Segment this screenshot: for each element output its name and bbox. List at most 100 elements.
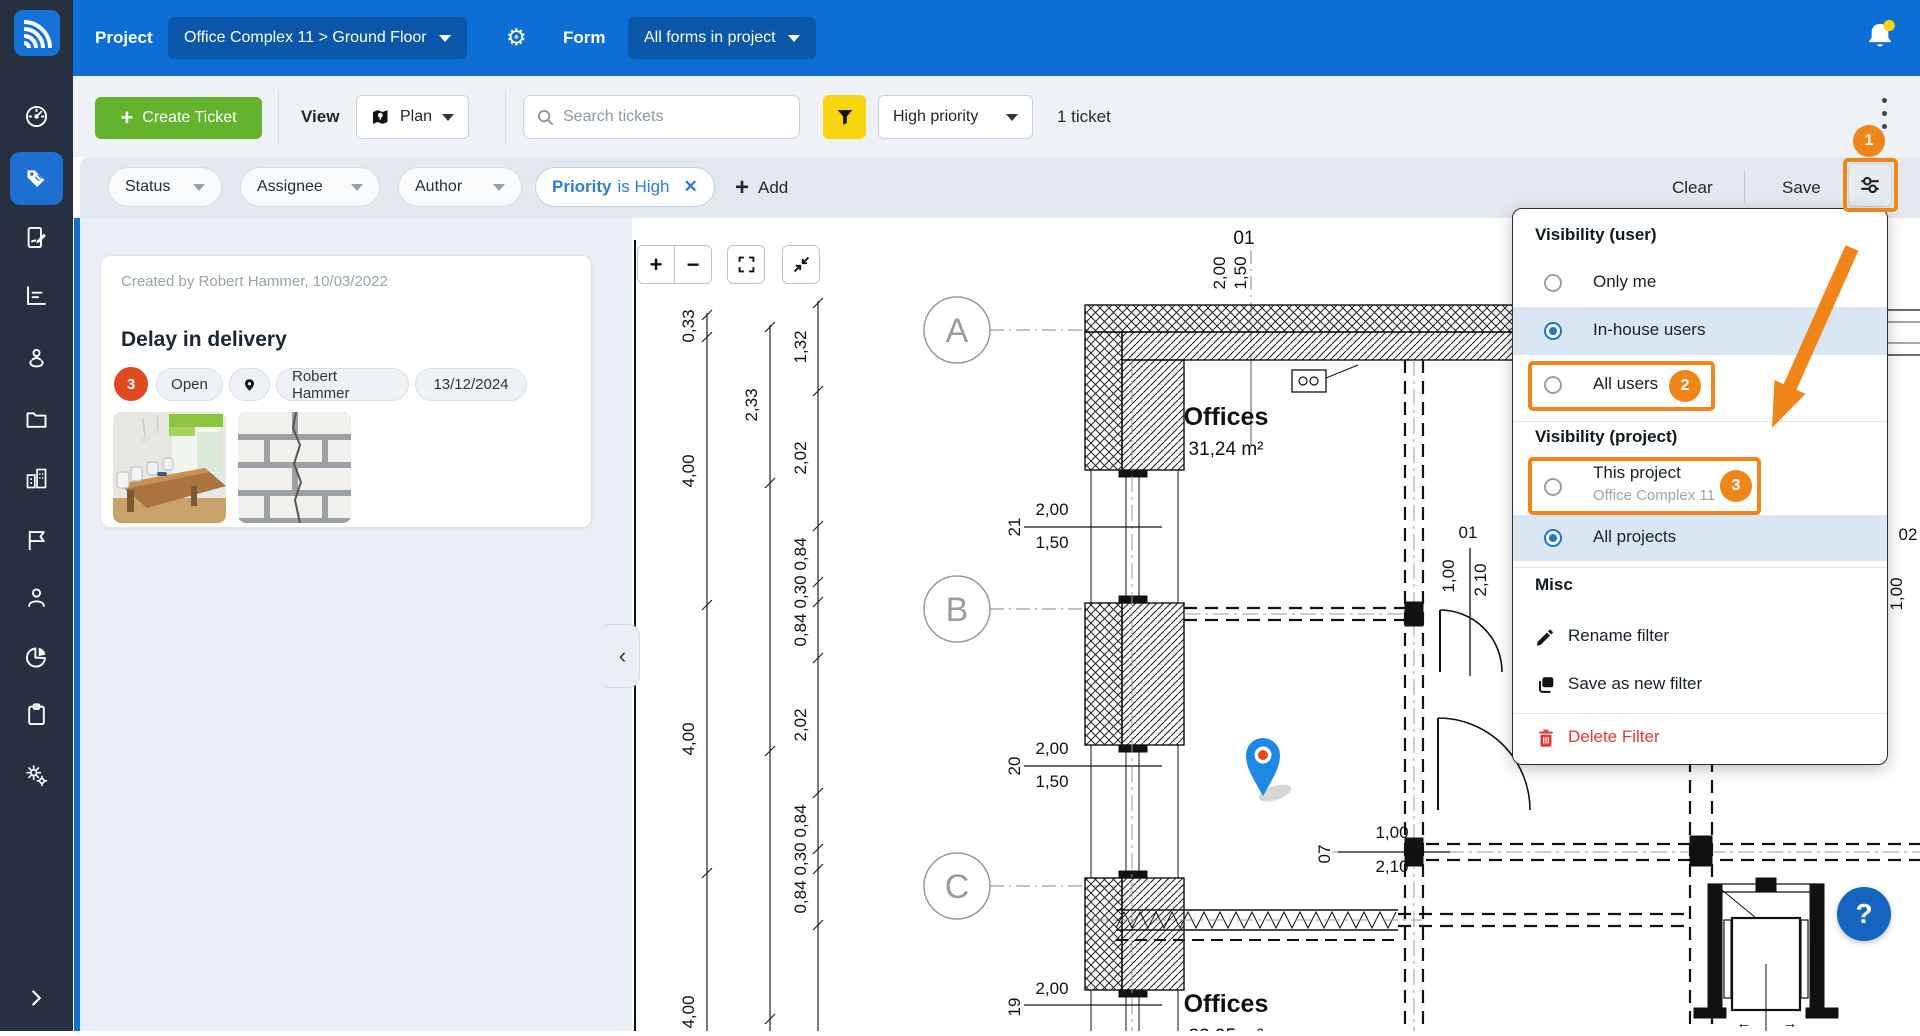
form-selector-value: All forms in project — [644, 29, 776, 47]
pencil-icon — [1535, 626, 1557, 648]
dim-label: 4,00 — [679, 995, 698, 1028]
plan-zoom-in-button[interactable]: + — [637, 245, 675, 284]
dim-label: 2,00 — [1210, 256, 1229, 289]
view-mode-dropdown[interactable]: Plan — [356, 95, 469, 139]
ticket-created-text: Created by Robert Hammer, 10/03/2022 — [121, 273, 388, 290]
option-label: In-house users — [1593, 320, 1705, 340]
menu-item-label: Rename filter — [1568, 626, 1669, 646]
filter-field-assignee[interactable]: Assignee — [240, 167, 380, 207]
menu-option-all-projects[interactable]: All projects — [1513, 515, 1887, 561]
sidebar-item-site-visit[interactable] — [23, 344, 50, 371]
location-pill[interactable] — [229, 368, 270, 401]
sidebar-item-flags[interactable] — [23, 527, 50, 554]
ticket-card[interactable]: Created by Robert Hammer, 10/03/2022 Del… — [100, 255, 592, 528]
filter-button[interactable] — [823, 95, 866, 139]
form-selector[interactable]: All forms in project — [628, 17, 816, 59]
filter-field-status[interactable]: Status — [108, 167, 222, 207]
view-mode-value: Plan — [400, 108, 432, 126]
dim-label: 0,84 — [791, 613, 810, 646]
sidebar-item-tickets[interactable] — [23, 165, 50, 192]
radio-unselected[interactable] — [1544, 274, 1562, 292]
app-logo[interactable] — [14, 10, 60, 56]
menu-section-misc: Misc — [1535, 575, 1573, 595]
pie-chart-icon — [23, 643, 50, 670]
dashboard-icon — [23, 103, 50, 130]
sidebar-item-contacts[interactable] — [23, 584, 50, 611]
active-filter-chip[interactable]: Priority is High ✕ — [535, 167, 715, 207]
menu-item-delete-filter[interactable]: Delete Filter — [1513, 714, 1887, 762]
elevator: ← → — [1694, 878, 1838, 1031]
ticket-photo-meeting-room[interactable] — [113, 412, 226, 523]
svg-text:19: 19 — [1005, 998, 1024, 1017]
remove-filter-icon[interactable]: ✕ — [684, 177, 698, 197]
search-box — [523, 95, 800, 139]
menu-option-only-me[interactable]: Only me — [1513, 259, 1887, 307]
chevron-left-icon: ‹ — [619, 643, 626, 669]
project-settings-gear-icon[interactable]: ⚙ — [506, 25, 527, 51]
svg-text:→: → — [1783, 1015, 1798, 1031]
plus-icon: + — [650, 252, 663, 278]
add-filter-button[interactable]: + Add — [735, 157, 788, 218]
brick-wall-image — [238, 412, 351, 523]
priority-badge: 3 — [114, 367, 148, 401]
assignee-pill: Robert Hammer — [276, 368, 409, 401]
option-label: All users — [1593, 374, 1658, 394]
sidebar-item-documents[interactable] — [23, 406, 50, 433]
ticket-count: 1 ticket — [1057, 76, 1111, 157]
create-ticket-button[interactable]: + Create Ticket — [95, 97, 262, 139]
menu-item-rename-filter[interactable]: Rename filter — [1513, 613, 1887, 661]
sidebar-item-reports[interactable] — [23, 282, 50, 309]
divider — [1744, 170, 1745, 204]
plan-zoom-out-button[interactable]: − — [674, 245, 712, 284]
chevron-down-icon — [1006, 114, 1018, 121]
due-date: 13/12/2024 — [433, 376, 508, 393]
dim-label: 1,50 — [1231, 256, 1250, 289]
plan-fit-view-button[interactable] — [782, 245, 820, 284]
filter-field-author[interactable]: Author — [398, 167, 522, 207]
sidebar-expand-button[interactable] — [23, 985, 49, 1016]
search-input[interactable] — [563, 108, 773, 126]
chevron-right-icon — [23, 985, 49, 1011]
assignee-name: Robert Hammer — [292, 368, 393, 402]
help-button[interactable]: ? — [1837, 887, 1891, 941]
option-label: Only me — [1593, 272, 1656, 292]
kebab-menu-icon[interactable] — [1882, 124, 1887, 129]
project-selector[interactable]: Office Complex 11 > Ground Floor — [168, 17, 467, 59]
status-pill: Open — [171, 376, 208, 393]
minus-icon: − — [687, 252, 700, 278]
dim-label: 2,02 — [791, 708, 810, 741]
option-label: This project — [1593, 463, 1681, 483]
room-area-2: 33,05 m² — [1189, 1026, 1264, 1031]
add-filter-label: Add — [758, 178, 788, 198]
dimension-chain-2 — [765, 322, 775, 1031]
sidebar-item-forms[interactable] — [23, 224, 50, 251]
sidebar-item-dashboard[interactable] — [23, 103, 50, 130]
notifications-bell[interactable] — [1860, 18, 1900, 63]
filter-settings-button[interactable] — [1848, 163, 1892, 207]
radio-selected[interactable] — [1544, 322, 1562, 340]
sidebar-item-settings[interactable] — [23, 762, 50, 789]
sidebar-item-projects[interactable] — [23, 465, 50, 492]
svg-text:1,00: 1,00 — [1375, 823, 1408, 842]
filter-preset-dropdown[interactable]: High priority — [878, 95, 1033, 139]
menu-option-inhouse-users[interactable]: In-house users — [1513, 307, 1887, 355]
gears-icon — [23, 762, 50, 789]
radio-unselected[interactable] — [1544, 376, 1562, 394]
electric-symbol — [1292, 365, 1358, 392]
annotation-badge-2: 2 — [1669, 370, 1701, 402]
menu-option-this-project[interactable]: This project Office Complex 11 — [1513, 457, 1887, 515]
annotation-badge-3: 3 — [1720, 470, 1752, 502]
grid-label-01: 01 — [1233, 228, 1254, 249]
radio-unselected[interactable] — [1544, 478, 1562, 496]
menu-item-save-as-new-filter[interactable]: Save as new filter — [1513, 661, 1887, 709]
status-filter-label: Status — [125, 178, 170, 196]
collapse-panel-button[interactable]: ‹ — [606, 624, 640, 688]
tag-icon — [23, 165, 50, 192]
sidebar-item-tasks[interactable] — [23, 701, 50, 728]
sidebar-item-statistics[interactable] — [23, 643, 50, 670]
ticket-photo-cracked-wall[interactable] — [238, 412, 351, 523]
chevron-down-icon — [351, 184, 363, 191]
ticket-pin-marker[interactable] — [1246, 738, 1293, 805]
radio-selected[interactable] — [1544, 529, 1562, 547]
plan-fullscreen-button[interactable] — [727, 245, 765, 284]
